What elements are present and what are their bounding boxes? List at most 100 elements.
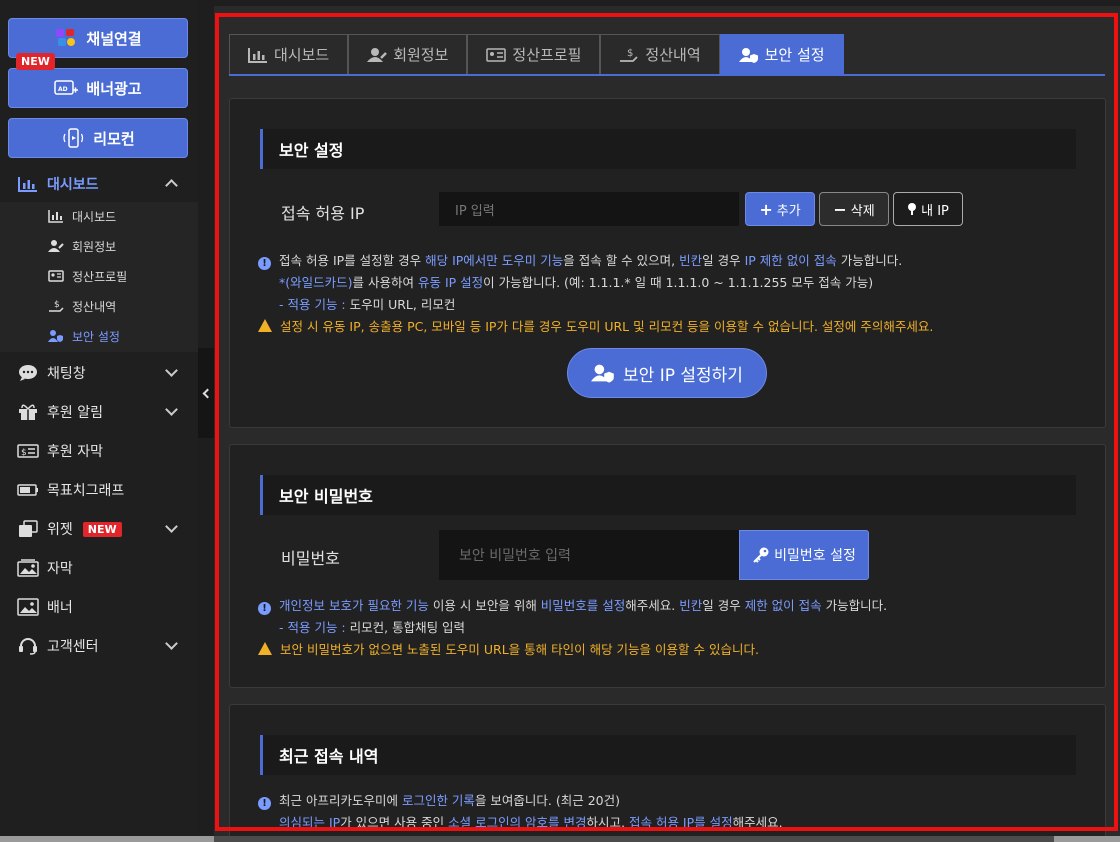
channel-connect-button[interactable]: 채널연결	[8, 18, 188, 58]
key-icon	[753, 547, 769, 563]
menu-widget-label: 위젯	[47, 522, 73, 538]
user-shield-icon	[48, 329, 64, 343]
chevron-left-icon	[202, 388, 213, 398]
pin-icon	[908, 203, 917, 215]
channel-icon	[56, 29, 76, 46]
menu-caption[interactable]: 자막	[0, 549, 198, 587]
warning-icon	[258, 642, 272, 655]
sidebar: 채널연결 NEW AD 배너광고 리모컨 대시보드 대시보드 회원정보 정산프로…	[0, 0, 198, 842]
menu-dashboard[interactable]: 대시보드	[0, 165, 198, 203]
channel-connect-label: 채널연결	[86, 29, 142, 48]
set-password-label: 비밀번호 설정	[774, 548, 856, 564]
headset-icon	[17, 637, 39, 655]
money-caption-icon: $	[17, 442, 39, 460]
menu-widget[interactable]: 위젯 NEW	[0, 510, 198, 548]
windows-icon	[17, 520, 39, 538]
submit-security-ip-label: 보안 IP 설정하기	[623, 365, 743, 386]
warning-icon	[258, 319, 272, 332]
menu-chat[interactable]: 채팅창	[0, 354, 198, 392]
chevron-down-icon	[165, 403, 178, 416]
add-ip-button[interactable]: + 추가	[745, 192, 815, 226]
tab-dashboard[interactable]: 대시보드	[229, 34, 349, 74]
delete-ip-button[interactable]: − 삭제	[819, 192, 889, 226]
user-edit-icon	[367, 47, 388, 62]
new-badge: NEW	[82, 521, 122, 537]
svg-text:$: $	[21, 448, 27, 458]
menu-donation-caption-label: 후원 자막	[47, 444, 103, 460]
menu-goal-graph[interactable]: 목표치그래프	[0, 471, 198, 509]
submenu-label: 정산내역	[72, 299, 117, 314]
submenu-item-settlement-history[interactable]: $ 정산내역	[48, 296, 116, 316]
menu-donation-alert[interactable]: 후원 알림	[0, 393, 198, 431]
tab-label: 대시보드	[274, 46, 330, 64]
section-title: 보안 설정	[260, 129, 1076, 169]
svg-text:$: $	[54, 300, 60, 310]
submenu-item-security[interactable]: 보안 설정	[48, 326, 120, 346]
submenu-item-dashboard[interactable]: 대시보드	[48, 206, 116, 226]
banner-ad-button[interactable]: AD 배너광고	[8, 68, 188, 108]
password-input-placeholder: 보안 비밀번호 입력	[459, 548, 571, 564]
submenu-item-member-info[interactable]: 회원정보	[48, 236, 116, 256]
tab-label: 정산프로필	[512, 46, 582, 64]
money-hand-icon: $	[620, 48, 639, 62]
plus-icon: +	[759, 199, 773, 219]
security-info-note: ! 접속 허용 IP를 설정할 경우 해당 IP에서만 도우미 기능을 접속 할 …	[258, 250, 933, 338]
section-title: 최근 접속 내역	[260, 735, 1076, 775]
menu-dashboard-label: 대시보드	[47, 177, 99, 193]
section-title: 보안 비밀번호	[260, 475, 1076, 515]
id-card-icon	[48, 269, 64, 283]
user-shield-icon	[738, 47, 758, 63]
menu-donation-caption[interactable]: $ 후원 자막	[0, 432, 198, 470]
tab-member-info[interactable]: 회원정보	[348, 34, 468, 74]
sidebar-collapse-toggle[interactable]	[198, 348, 214, 438]
menu-banner[interactable]: 배너	[0, 588, 198, 626]
bar-chart-icon	[248, 47, 267, 63]
chevron-up-icon	[165, 179, 178, 192]
scrollbar-thumb[interactable]	[214, 836, 1054, 842]
submit-security-ip-button[interactable]: 보안 IP 설정하기	[567, 348, 767, 398]
submenu-label: 회원정보	[72, 239, 117, 254]
picture-icon	[17, 598, 39, 616]
svg-text:AD: AD	[58, 86, 68, 93]
tab-label: 보안 설정	[764, 46, 825, 64]
my-ip-button[interactable]: 내 IP	[893, 192, 963, 226]
minus-icon: −	[833, 199, 847, 219]
menu-banner-label: 배너	[47, 600, 73, 616]
menu-donation-alert-label: 후원 알림	[47, 405, 103, 421]
ip-input[interactable]: IP 입력	[439, 192, 739, 226]
add-ip-label: 추가	[776, 203, 801, 219]
image-caption-icon	[17, 559, 39, 577]
chevron-down-icon	[165, 520, 178, 533]
submenu-label: 보안 설정	[72, 329, 120, 344]
delete-ip-label: 삭제	[850, 203, 875, 219]
menu-chat-label: 채팅창	[47, 366, 86, 382]
tab-settlement-history[interactable]: $ 정산내역	[600, 34, 720, 74]
svg-text:$: $	[627, 48, 633, 59]
ad-icon: AD	[54, 80, 79, 95]
bar-chart-icon	[48, 209, 64, 223]
menu-support[interactable]: 고객센터	[0, 627, 198, 665]
menu-goal-graph-label: 목표치그래프	[47, 483, 125, 499]
tab-security[interactable]: 보안 설정	[719, 34, 844, 74]
password-info-note: ! 개인정보 보호가 필요한 기능 이용 시 보안을 위해 비밀번호를 설정해주세…	[258, 595, 887, 661]
tab-label: 회원정보	[393, 46, 449, 64]
chat-bubble-icon	[17, 364, 39, 382]
horizontal-scrollbar[interactable]	[0, 836, 1120, 842]
remote-label: 리모컨	[93, 129, 135, 148]
user-edit-icon	[48, 239, 64, 253]
tab-settlement-profile[interactable]: 정산프로필	[467, 34, 601, 74]
submenu-item-settlement-profile[interactable]: 정산프로필	[48, 266, 127, 286]
remote-button[interactable]: 리모컨	[8, 118, 188, 158]
submenu-label: 정산프로필	[72, 269, 128, 284]
banner-ad-label: 배너광고	[86, 79, 142, 98]
bar-chart-icon	[17, 175, 39, 193]
id-card-icon	[486, 47, 507, 62]
info-icon: !	[258, 797, 271, 810]
password-input[interactable]: 보안 비밀번호 입력	[439, 530, 739, 580]
set-password-button[interactable]: 비밀번호 설정	[739, 530, 869, 580]
recent-info-note: ! 최근 아프리카도우미에 로그인한 기록을 보여줍니다. (최근 20건) 의심…	[258, 790, 783, 834]
chevron-down-icon	[165, 364, 178, 377]
menu-caption-label: 자막	[47, 561, 73, 577]
ip-input-placeholder: IP 입력	[455, 203, 495, 219]
menu-support-label: 고객센터	[47, 639, 99, 655]
